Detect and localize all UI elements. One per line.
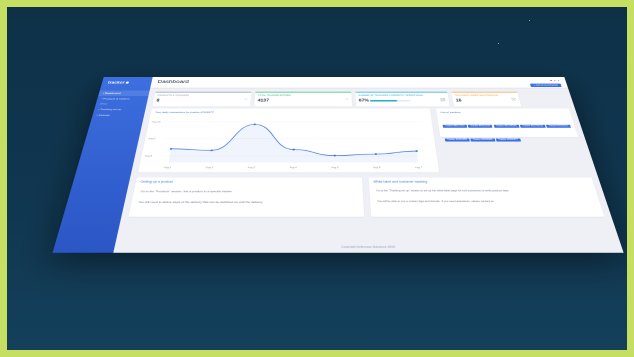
getting-started-line: You will need to define steps of the del… [138, 200, 264, 204]
app-logo-text: tracker [107, 80, 125, 85]
white-label-line: Go to the "Tracking set up" section to s… [376, 189, 510, 193]
white-label-panel: White label and customer tracking Go to … [368, 177, 605, 217]
x-tick-label: Aug 4 [289, 166, 297, 169]
tracker-chip[interactable]: Tracker #6000960 [470, 138, 496, 142]
dashboard-screen: tracker ▪ Dashboard ▪ Products & tracker… [52, 77, 624, 253]
chart-icon: ▦ [439, 98, 447, 103]
tracker-chip[interactable]: Tracker #1210058 [444, 138, 470, 142]
app-logo[interactable]: tracker [107, 81, 129, 85]
dark-background: tracker ▪ Dashboard ▪ Products & tracker… [7, 7, 627, 350]
stat-label: TOTAL TRACKED ENTRIES [257, 94, 291, 97]
stat-card-maintenance[interactable]: TRACKERS UNDER MAINTENANCE 16 ⚒ [451, 91, 522, 107]
stat-card-products[interactable]: PRODUCTS & TRACKERS 8 ⌂ [152, 91, 252, 107]
footer-copyright: Copyright Ambrosus Solutions 2019 [341, 244, 396, 249]
sidebar: tracker ▪ Dashboard ▪ Products & tracker… [52, 77, 153, 253]
operational-progress-bar [369, 100, 411, 102]
stat-label: NUMBER OF TRACKERS CURRENTLY OPERATIONAL [358, 94, 424, 97]
sidebar-item-settings[interactable]: ▪ Settings [92, 112, 145, 118]
stat-label: TRACKERS UNDER MAINTENANCE [454, 94, 499, 97]
white-label-line: You will be able to use a custom logo an… [376, 200, 495, 203]
sidebar-item-label: Tracking set up [99, 107, 122, 111]
trackers-title: List of trackers [440, 110, 461, 114]
stat-label: PRODUCTS & TRACKERS [157, 94, 190, 97]
stat-value: 8 [156, 98, 160, 103]
flag-icon[interactable]: ■ [550, 79, 553, 82]
stat-value: 16 [455, 98, 463, 103]
getting-started-panel: Getting up a product Go to the "Products… [128, 177, 365, 217]
tracker-chip[interactable]: Tracker #H001054 [468, 124, 493, 128]
x-tick-label: Aug 6 [373, 166, 382, 169]
white-label-title: White label and customer tracking [373, 180, 428, 184]
wrench-icon: ⚒ [510, 98, 518, 103]
tracker-chip[interactable]: Tracker #1026201 [546, 124, 571, 128]
perspective-stage: tracker ▪ Dashboard ▪ Products & tracker… [7, 7, 627, 350]
stat-value: 67% [358, 98, 370, 103]
x-tick-label: Aug 3 [247, 166, 256, 169]
tag-icon: ⌂ [243, 97, 248, 102]
x-tick-label: Aug 7 [415, 166, 424, 169]
y-tick-label: Aug 9 [148, 137, 157, 140]
progress-fill [369, 100, 398, 102]
y-tick-label: Aug 10 [152, 121, 162, 124]
sidebar-item-label: Dashboard [104, 91, 121, 95]
tracker-chip[interactable]: Tracker #B017813 [442, 124, 468, 128]
add-product-button[interactable]: + Add product/tracker [530, 83, 562, 88]
tracker-chip[interactable]: Tracker #0180677 [495, 138, 521, 142]
bell-icon[interactable]: ● [554, 79, 557, 82]
x-tick-label: Aug 5 [331, 166, 339, 169]
tracker-chip[interactable]: Tracker #00146546 [493, 124, 520, 128]
tag-icon: ⌂ [344, 97, 349, 102]
sidebar-nav: ▪ Dashboard ▪ Products & trackers Setup … [92, 90, 150, 118]
stat-value: 4137 [257, 98, 270, 103]
interactions-chart: Aug 8 Aug 9 Aug 10 Aug 1 Aug 2 Aug 3 Aug 4 Aug … [144, 121, 439, 169]
stat-cards: PRODUCTS & TRACKERS 8 ⌂ TOTAL TRACKED EN… [152, 91, 568, 107]
page-title: Dashboard [156, 79, 190, 85]
stat-card-entries[interactable]: TOTAL TRACKED ENTRIES 4137 ⌂ [254, 91, 353, 107]
trackers-list-panel: List of trackers Tracker #B017813 Tracker… [435, 108, 579, 142]
area-fill [168, 124, 419, 163]
getting-started-line: Go to the "Products" section, link a pro… [140, 189, 233, 194]
tracker-list: Tracker #B017813 Tracker #H001054 Tracker … [441, 117, 578, 144]
x-tick-label: Aug 1 [164, 166, 173, 169]
user-avatar-icon[interactable]: ● [557, 79, 560, 82]
y-tick-label: Aug 8 [144, 155, 153, 158]
header-icons: ■●● [548, 79, 560, 82]
interactions-chart-panel: Your daily interactions for tracker #Tr0… [137, 108, 440, 173]
getting-started-title: Getting up a product [140, 180, 174, 184]
sidebar-item-label: Products & trackers [102, 97, 131, 101]
tracker-chip[interactable]: Tracker #01790130 [519, 124, 546, 128]
top-header: Dashboard ■●● + Add product/tracker [150, 77, 569, 89]
sidebar-item-label: Settings [98, 113, 111, 117]
logo-mark-icon [125, 81, 129, 84]
screenshot-frame: tracker ▪ Dashboard ▪ Products & tracker… [0, 0, 634, 357]
stat-card-operational[interactable]: NUMBER OF TRACKERS CURRENTLY OPERATIONAL… [355, 91, 450, 107]
x-tick-label: Aug 2 [206, 166, 215, 169]
